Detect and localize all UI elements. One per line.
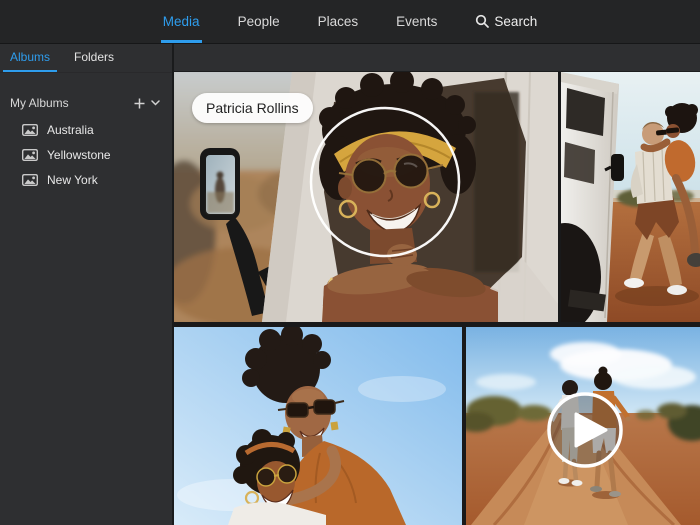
album-label: Australia	[47, 123, 94, 137]
photo-thumbnail-3[interactable]	[174, 327, 462, 525]
album-label: Yellowstone	[47, 148, 111, 162]
sidebar-tab-folders-label: Folders	[74, 50, 114, 64]
tab-people[interactable]: People	[236, 0, 282, 43]
my-albums-header: My Albums	[0, 92, 172, 114]
my-albums-title: My Albums	[10, 96, 131, 110]
media-grid: Patricia Rollins	[174, 44, 700, 525]
sidebar-tabs: Albums Folders	[0, 44, 172, 73]
photo-thumbnail-1[interactable]: Patricia Rollins	[174, 72, 558, 322]
tab-media-label: Media	[163, 14, 200, 29]
tab-events[interactable]: Events	[394, 0, 439, 43]
photo-thumbnail-4[interactable]	[466, 327, 700, 525]
tab-search[interactable]: Search	[473, 0, 539, 43]
content-header-strip	[174, 44, 700, 72]
photo-icon	[22, 174, 38, 186]
chevron-down-icon[interactable]	[147, 95, 163, 111]
tab-events-label: Events	[396, 14, 437, 29]
plus-icon[interactable]	[131, 95, 147, 111]
top-navigation: Media People Places Events Search	[0, 0, 700, 44]
photo-icon	[22, 124, 38, 136]
play-icon[interactable]	[549, 394, 621, 466]
album-item-yellowstone[interactable]: Yellowstone	[0, 142, 172, 167]
sidebar-tab-albums[interactable]: Albums	[3, 44, 57, 72]
photo-icon	[22, 149, 38, 161]
album-label: New York	[47, 173, 98, 187]
sidebar-tab-folders[interactable]: Folders	[67, 44, 121, 72]
tab-places-label: Places	[318, 14, 359, 29]
tab-media[interactable]: Media	[161, 0, 202, 43]
album-list: Australia Yellowstone	[0, 117, 172, 192]
face-tag-pill[interactable]: Patricia Rollins	[192, 93, 313, 123]
sidebar: Albums Folders My Albums	[0, 44, 174, 525]
photo-thumbnail-2[interactable]	[561, 72, 700, 322]
photo-organizer-app: Media People Places Events Search Albums	[0, 0, 700, 525]
album-item-new-york[interactable]: New York	[0, 167, 172, 192]
album-item-australia[interactable]: Australia	[0, 117, 172, 142]
tab-places[interactable]: Places	[316, 0, 361, 43]
tab-search-label: Search	[494, 14, 537, 29]
search-icon	[475, 14, 489, 28]
tab-people-label: People	[238, 14, 280, 29]
sidebar-tab-albums-label: Albums	[10, 50, 50, 64]
